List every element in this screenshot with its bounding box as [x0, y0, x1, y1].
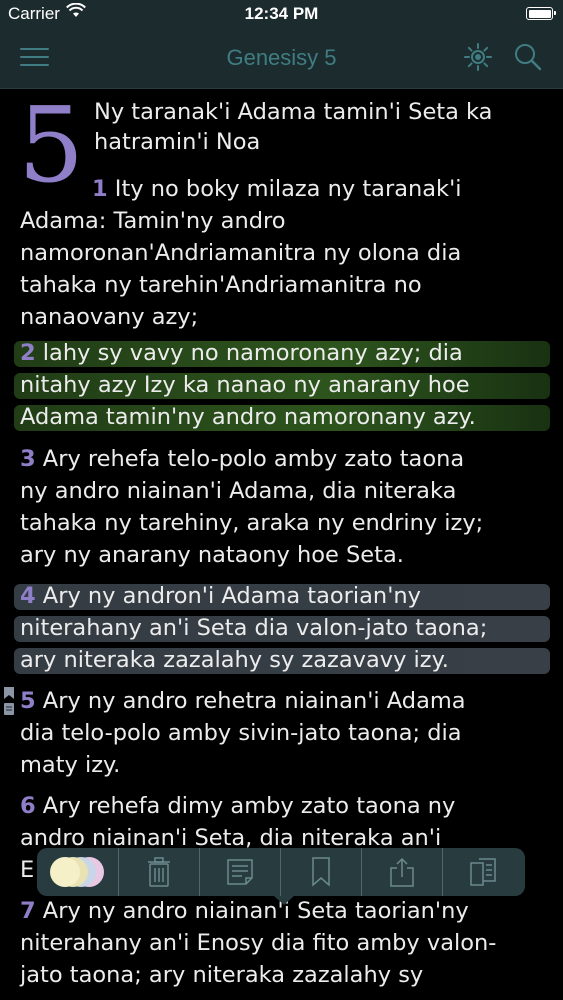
navigation-bar: Genesisy 5: [0, 28, 563, 89]
status-time: 12:34 PM: [244, 4, 319, 23]
verse-number: 5: [20, 688, 36, 714]
chapter-heading: Ny taranak'i Adama tamin'i Seta ka hatra…: [94, 97, 554, 157]
share-icon: [390, 857, 414, 887]
verse-1[interactable]: 1 Ity no boky milaza ny taranak'i Adama:…: [20, 173, 540, 333]
verse-number: 1: [92, 176, 108, 202]
battery-icon: [526, 7, 556, 20]
verse-number: 2: [20, 340, 36, 366]
verse-number: 6: [20, 793, 36, 819]
note-icon: [227, 859, 253, 885]
verse-3[interactable]: 3 Ary rehefa telo-polo amby zato taona n…: [20, 443, 540, 571]
chapter-content[interactable]: 5 Ny taranak'i Adama tamin'i Seta ka hat…: [0, 89, 563, 1000]
note-marker-icon: [4, 703, 14, 715]
share-button[interactable]: [361, 848, 442, 896]
highlight-color-button[interactable]: [37, 848, 118, 896]
verse-action-toolbar: [37, 848, 525, 896]
verse-number: 4: [20, 583, 36, 609]
verse-5[interactable]: 5 Ary ny andro rehetra niainan'i Adama d…: [20, 685, 540, 781]
heading-line: hatramin'i Noa: [94, 129, 261, 155]
verse-2[interactable]: 2 lahy sy vavy no namoronany azy; dia ni…: [14, 337, 550, 433]
add-note-button[interactable]: [199, 848, 280, 896]
verse-7[interactable]: 7 Ary ny andro niainan'i Seta taorian'ny…: [20, 895, 540, 991]
bookmark-marker-icon: [4, 687, 14, 699]
trash-icon: [148, 857, 170, 887]
color-swatches-icon: [49, 857, 106, 887]
verse-4[interactable]: 4 Ary ny andron'i Adama taorian'ny niter…: [14, 580, 550, 676]
verse-number: 3: [20, 446, 36, 472]
heading-line: Ny taranak'i Adama tamin'i Seta ka: [94, 99, 493, 125]
bookmark-button[interactable]: [280, 848, 361, 896]
toolbar-pointer: [274, 896, 294, 905]
brightness-icon[interactable]: [463, 42, 493, 76]
copy-icon: [470, 858, 496, 886]
search-icon[interactable]: [513, 42, 543, 76]
status-bar: Carrier 12:34 PM: [0, 0, 563, 28]
verse-number: 7: [20, 898, 36, 924]
copy-button[interactable]: [442, 848, 523, 896]
verse-markers[interactable]: [3, 687, 17, 723]
delete-button[interactable]: [118, 848, 199, 896]
bookmark-icon: [312, 857, 330, 887]
